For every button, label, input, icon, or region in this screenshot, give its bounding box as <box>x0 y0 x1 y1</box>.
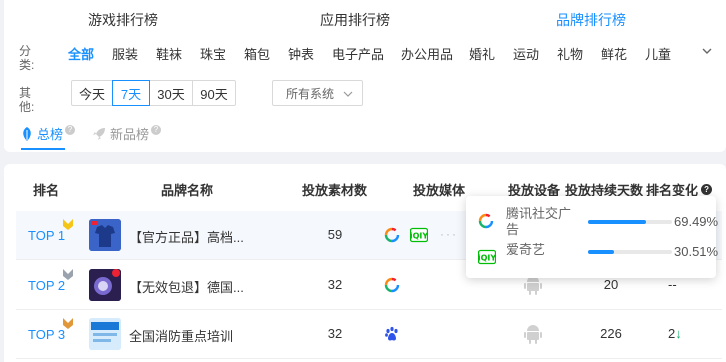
subtab-overall-label: 总榜 <box>37 127 64 142</box>
time-range-selector: 今天 7天 30天 90天 <box>71 80 236 106</box>
ranking-tabs: 游戏排行榜 应用排行榜 品牌排行榜 <box>4 0 726 36</box>
silver-medal-icon <box>63 269 73 280</box>
svg-text:iQIY: iQIY <box>410 232 428 241</box>
category-office[interactable]: 办公用品 <box>401 44 453 63</box>
subtab-new-products-label: 新品榜 <box>110 127 150 142</box>
chevron-down-icon[interactable] <box>700 44 714 58</box>
help-icon: ? <box>65 124 76 135</box>
tencent-ads-icon <box>384 277 400 293</box>
media-share-item: 腾讯社交广告 69.49% <box>478 206 718 237</box>
duration-days: 226 <box>600 326 622 341</box>
share-bar <box>588 250 672 254</box>
other-label: 其他: <box>19 86 35 114</box>
category-wedding[interactable]: 婚礼 <box>469 44 495 63</box>
more-icon[interactable]: ··· <box>440 227 458 241</box>
time-7d-button[interactable]: 7天 <box>112 80 150 106</box>
header-media: 投放媒体 <box>413 183 466 198</box>
media-share-item: iQIY 爱奇艺 30.51% <box>478 242 718 272</box>
time-today-button[interactable]: 今天 <box>71 80 113 106</box>
category-flowers[interactable]: 鲜花 <box>601 44 627 63</box>
brand-name[interactable]: 【无效包退】德国... <box>129 277 244 296</box>
rank-change: 2↓ <box>668 326 682 341</box>
share-bar <box>588 220 672 224</box>
rank-label: TOP 1 <box>28 228 66 243</box>
duration-days: 20 <box>603 277 619 292</box>
rocket-icon <box>93 127 105 140</box>
category-electronics[interactable]: 电子产品 <box>332 44 384 63</box>
android-icon <box>524 325 542 344</box>
material-count: 59 <box>327 227 343 242</box>
brand-thumbnail <box>89 219 121 251</box>
category-shoes[interactable]: 鞋袜 <box>156 44 182 63</box>
media-name: 爱奇艺 <box>506 242 546 257</box>
material-count: 32 <box>327 326 343 341</box>
tab-brand-ranking[interactable]: 品牌排行榜 <box>556 10 626 30</box>
rank-label: TOP 3 <box>28 327 66 342</box>
category-label: 分类: <box>19 44 35 72</box>
table-row[interactable]: TOP 3 全国消防重点培训 32 226 2↓ <box>16 310 722 359</box>
time-90d-button[interactable]: 90天 <box>192 80 236 106</box>
arrow-down-icon: ↓ <box>675 326 682 341</box>
tab-app-ranking[interactable]: 应用排行榜 <box>320 10 390 30</box>
tencent-ads-icon <box>478 213 494 229</box>
media-name: 腾讯社交广告 <box>506 206 572 237</box>
category-jewelry[interactable]: 珠宝 <box>200 44 226 63</box>
share-percent: 69.49% <box>674 214 719 229</box>
category-watches[interactable]: 钟表 <box>288 44 314 63</box>
chevron-down-icon <box>343 91 353 97</box>
rank-change: -- <box>668 277 677 292</box>
brand-name[interactable]: 全国消防重点培训 <box>129 326 233 345</box>
header-brand: 品牌名称 <box>161 183 214 198</box>
brand-thumbnail <box>89 269 121 301</box>
system-select-value: 所有系统 <box>286 86 335 101</box>
filter-panel: 游戏排行榜 应用排行榜 品牌排行榜 分类: 全部 服装 鞋袜 珠宝 箱包 钟表 … <box>4 0 726 152</box>
brand-thumbnail <box>89 318 121 350</box>
category-clothing[interactable]: 服装 <box>112 44 138 63</box>
iqiyi-icon: iQIY <box>410 227 428 243</box>
share-bar-fill <box>588 220 647 224</box>
category-all[interactable]: 全部 <box>68 44 94 63</box>
category-gifts[interactable]: 礼物 <box>557 44 583 63</box>
gold-medal-icon <box>63 219 73 230</box>
tencent-ads-icon <box>384 227 400 243</box>
header-materials: 投放素材数 <box>302 183 368 198</box>
help-icon[interactable]: ? <box>701 184 713 195</box>
header-rank: 排名 <box>33 183 60 198</box>
brand-name[interactable]: 【官方正品】高档... <box>129 227 244 246</box>
leaf-icon <box>23 126 31 141</box>
category-children[interactable]: 儿童 <box>645 44 671 63</box>
share-percent: 30.51% <box>674 244 719 259</box>
time-30d-button[interactable]: 30天 <box>149 80 193 106</box>
category-sports[interactable]: 运动 <box>513 44 539 63</box>
subtab-overall[interactable]: 总榜 ? <box>21 124 76 143</box>
tab-game-ranking[interactable]: 游戏排行榜 <box>88 10 158 30</box>
subtab-new-products[interactable]: 新品榜 ? <box>92 124 162 143</box>
system-select[interactable]: 所有系统 <box>272 80 363 106</box>
share-bar-fill <box>588 250 614 254</box>
help-icon: ? <box>151 124 162 135</box>
bronze-medal-icon <box>63 318 73 329</box>
baidu-icon <box>385 326 398 341</box>
svg-text:iQIY: iQIY <box>478 254 496 263</box>
rank-label: TOP 2 <box>28 278 66 293</box>
material-count: 32 <box>327 277 343 292</box>
android-icon <box>524 276 542 295</box>
category-bags[interactable]: 箱包 <box>244 44 270 63</box>
media-share-popup: 腾讯社交广告 69.49% iQIY 爱奇艺 30.51% <box>466 196 718 278</box>
active-subtab-indicator <box>21 148 65 150</box>
iqiyi-icon: iQIY <box>478 249 496 265</box>
